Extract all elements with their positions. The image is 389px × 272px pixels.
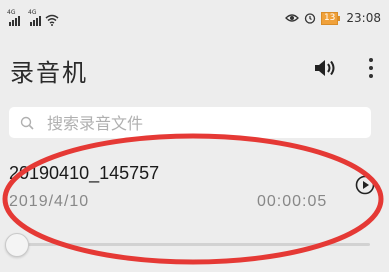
search-input[interactable] (45, 107, 369, 140)
recording-date: 2019/4/10 (9, 193, 90, 210)
recording-name: 20190410_145757 (9, 163, 160, 183)
search-icon (20, 116, 34, 130)
connectivity-indicators: 4G 4G (7, 9, 59, 26)
alarm-icon (304, 13, 316, 24)
battery-icon: 13 (320, 11, 341, 25)
eye-icon (285, 14, 299, 22)
playback-progress-track[interactable] (20, 243, 370, 246)
more-options-button[interactable] (366, 56, 376, 80)
sim1-tag: 4G (7, 9, 16, 16)
clock: 23:08 (346, 11, 381, 25)
wifi-icon (45, 14, 59, 26)
speaker-icon[interactable] (313, 58, 339, 78)
signal-icon: 4G (28, 9, 41, 26)
status-bar: 4G 4G 13 23:08 (0, 0, 389, 34)
signal-icon: 4G (7, 9, 20, 26)
system-indicators: 13 23:08 (285, 11, 381, 25)
page-title: 录音机 (10, 59, 88, 87)
playback-slider-thumb[interactable] (5, 233, 29, 257)
more-icon (369, 58, 373, 62)
sim2-tag: 4G (28, 9, 37, 16)
search-bar[interactable] (9, 107, 371, 140)
list-item[interactable]: 20190410_145757 2019/4/10 00:00:05 (0, 150, 389, 228)
recording-duration: 00:00:05 (257, 193, 328, 210)
play-icon[interactable] (355, 175, 375, 195)
